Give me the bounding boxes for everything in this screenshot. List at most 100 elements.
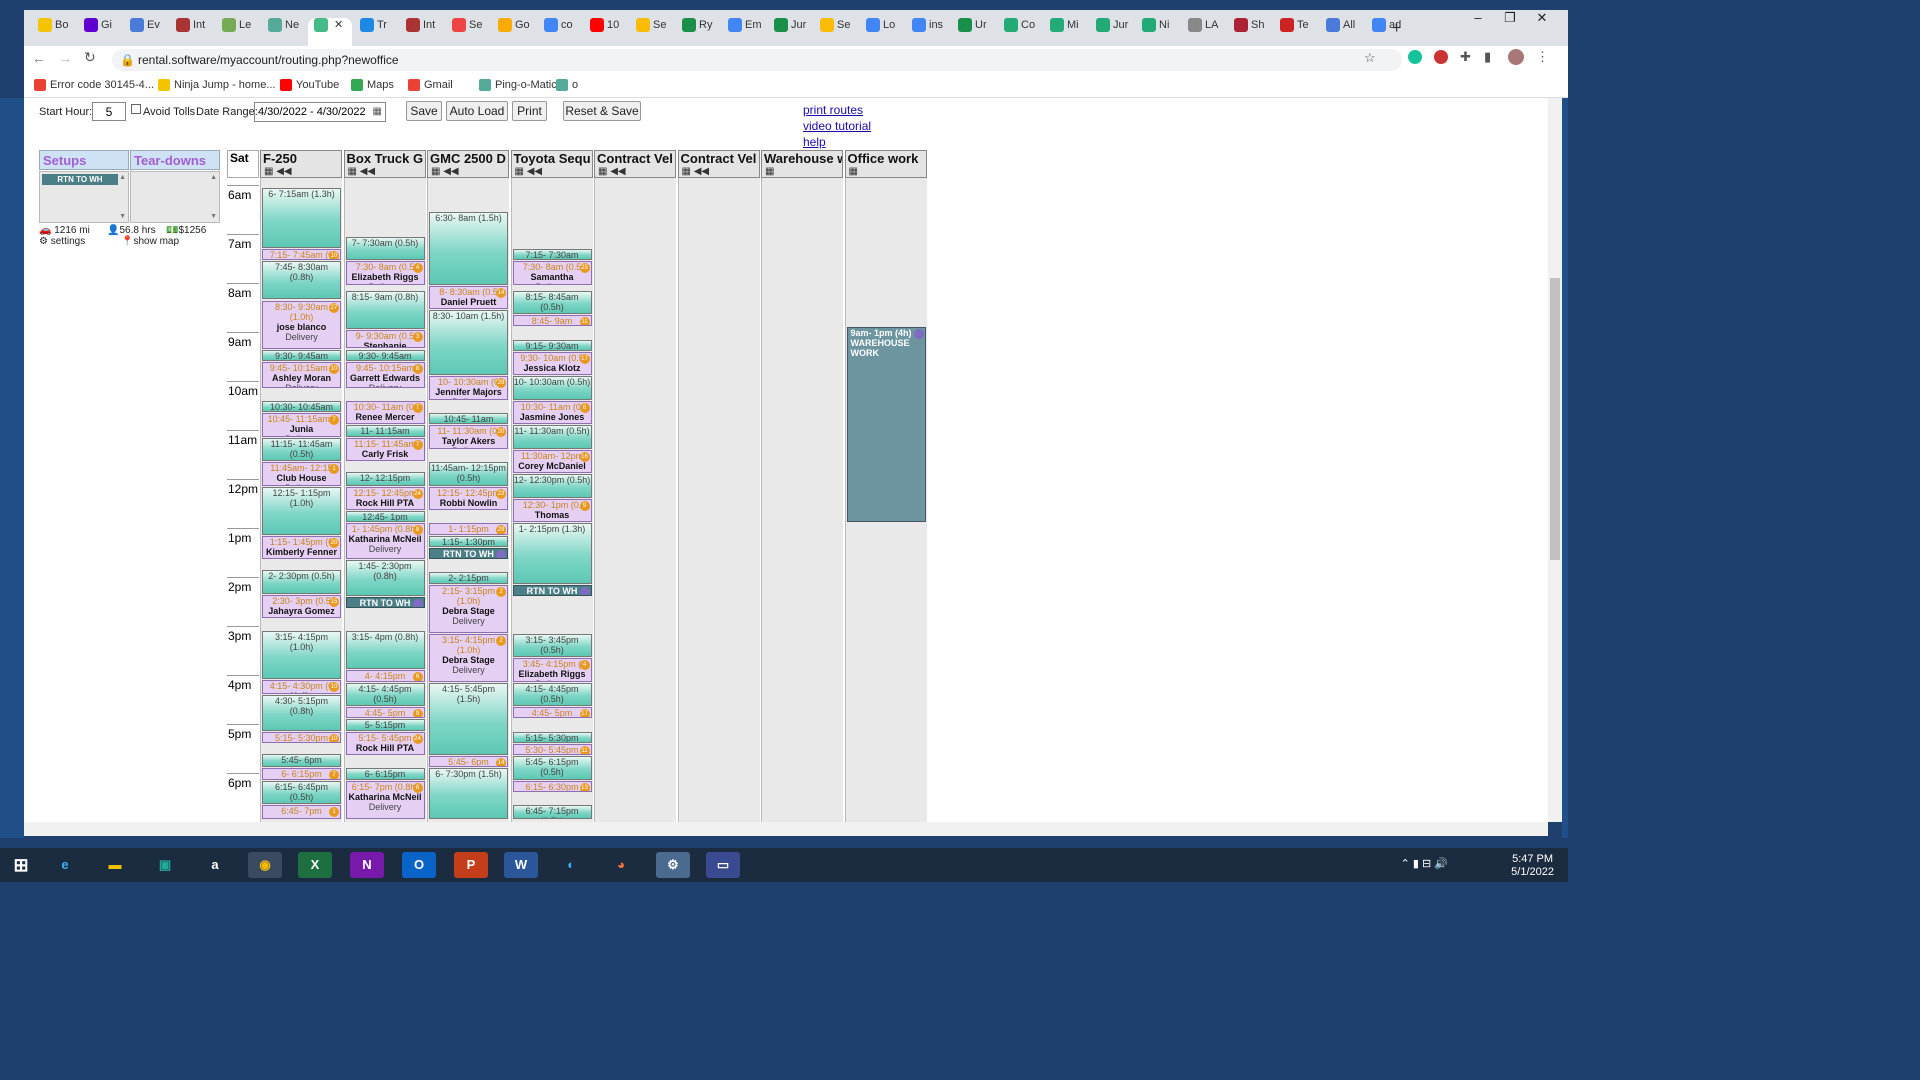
travel-block[interactable]: 5- 5:15pm bbox=[345, 719, 425, 731]
browser-tab[interactable]: Ni bbox=[1136, 18, 1178, 46]
delivery-event[interactable]: 9- 9:30am (0.5Stephanie CornishDelivery3 bbox=[345, 329, 425, 349]
firefox-icon[interactable]: ◕ bbox=[604, 852, 638, 878]
travel-block[interactable]: 6- 7:15am (1.3h) bbox=[262, 187, 341, 249]
travel-block[interactable]: 12- 12:30pm (0.5h) bbox=[512, 474, 592, 498]
delivery-event[interactable]: 11- 11:30am (0.Taylor AkersDelivery20 bbox=[429, 425, 508, 449]
reload-icon[interactable]: ↻ bbox=[84, 49, 96, 66]
powerpoint-icon[interactable]: P bbox=[454, 852, 488, 878]
sidepanel-icon[interactable]: ▮ bbox=[1484, 49, 1491, 65]
excel-icon[interactable]: X bbox=[298, 852, 332, 878]
ie-icon[interactable]: e bbox=[48, 852, 82, 878]
travel-block[interactable]: 11- 11:15am bbox=[345, 425, 425, 437]
outlook-icon[interactable]: O bbox=[402, 852, 436, 878]
return-to-warehouse-block[interactable]: RTN TO WH bbox=[512, 584, 592, 596]
delivery-event[interactable]: 12:15- 12:45pmRock Hill PTADrop-Off 24 bbox=[345, 486, 425, 511]
browser-tab[interactable]: Lo bbox=[860, 18, 902, 46]
onenote-icon[interactable]: N bbox=[350, 852, 384, 878]
travel-block[interactable]: 3:15- 4pm (0.8h) bbox=[345, 631, 425, 670]
grammarly-icon[interactable] bbox=[1408, 50, 1422, 64]
delivery-event[interactable]: 6:15- 6:30pm 13 bbox=[512, 780, 592, 792]
calendar-rewind-icon[interactable]: ▦ ◀◀ bbox=[348, 166, 376, 177]
bookmark-item[interactable]: YouTube bbox=[280, 79, 339, 92]
settings-link[interactable]: ⚙ settings bbox=[39, 236, 85, 247]
browser-tab[interactable]: LA bbox=[1182, 18, 1224, 46]
browser-tab[interactable]: Jur bbox=[1090, 18, 1132, 46]
delivery-event[interactable]: 8- 8:30am (0.5Daniel PruettDelivery14 bbox=[429, 285, 508, 310]
travel-block[interactable]: 9:30- 9:45am bbox=[262, 349, 341, 361]
delivery-event[interactable]: 4- 4:15pm 6 bbox=[345, 670, 425, 682]
date-range-input[interactable]: 4/30/2022 - 4/30/2022 ▦ bbox=[254, 102, 386, 122]
travel-block[interactable]: 10:45- 11am bbox=[429, 413, 508, 425]
help-link[interactable]: help bbox=[803, 135, 826, 149]
delivery-event[interactable]: 6:15- 7pm (0.8h) Katharina McNeil Delivery… bbox=[345, 780, 425, 819]
travel-block[interactable]: 4:15- 5:45pm (1.5h) bbox=[429, 682, 508, 756]
teardowns-list[interactable]: ▲ ▼ bbox=[130, 171, 220, 223]
browser-tab[interactable]: Em bbox=[722, 18, 764, 46]
browser-tab[interactable]: Gi bbox=[78, 18, 120, 46]
vertical-scrollbar[interactable] bbox=[1548, 98, 1562, 822]
travel-block[interactable]: 9:30- 9:45am bbox=[345, 349, 425, 361]
vehicle-column[interactable] bbox=[594, 178, 676, 822]
video-tutorial-link[interactable]: video tutorial bbox=[803, 119, 871, 133]
browser-tab[interactable]: Ne bbox=[262, 18, 304, 46]
bookmark-item[interactable]: Ninja Jump - home... bbox=[158, 79, 275, 92]
delivery-event[interactable]: 7:15- 7:45am (0Kelly MaroffDelivery10 bbox=[262, 249, 341, 261]
browser-tab[interactable]: Int bbox=[170, 18, 212, 46]
menu-icon[interactable]: ⋮ bbox=[1536, 49, 1549, 65]
travel-block[interactable]: 3:15- 3:45pm (0.5h) bbox=[512, 633, 592, 658]
calendar-rewind-icon[interactable]: ▦ ◀◀ bbox=[515, 166, 543, 177]
delivery-event[interactable]: 1- 1:15pm 29 bbox=[429, 523, 508, 535]
browser-tab[interactable]: All bbox=[1320, 18, 1362, 46]
forward-icon[interactable]: → bbox=[58, 50, 72, 66]
delivery-event[interactable]: 9:45- 10:15amGarrett EdwardsDelivery 8 bbox=[345, 361, 425, 388]
settings-app-icon[interactable]: ⚙ bbox=[656, 852, 690, 878]
delivery-event[interactable]: 7:30- 8am (0.5SamanthaDelivery 25 bbox=[512, 261, 592, 285]
vehicle-column-header[interactable]: Box Truck G ▦ ◀◀ bbox=[343, 150, 426, 178]
delivery-event[interactable]: 4:45- 5pm 9 bbox=[345, 707, 425, 719]
vehicle-column-header[interactable]: GMC 2500 D ▦ ◀◀ bbox=[427, 150, 509, 178]
travel-block[interactable]: 6:30- 8am (1.5h) bbox=[429, 212, 508, 285]
scroll-up-icon[interactable]: ▲ bbox=[210, 174, 217, 181]
travel-block[interactable]: 2- 2:15pm bbox=[429, 572, 508, 584]
bookmark-item[interactable]: Error code 30145-4... bbox=[34, 79, 154, 92]
print-routes-link[interactable]: print routes bbox=[803, 103, 863, 117]
browser-tab[interactable]: Co bbox=[998, 18, 1040, 46]
calendar-rewind-icon[interactable]: ▦ ◀◀ bbox=[682, 166, 710, 177]
calendar-rewind-icon[interactable]: ▦ ◀◀ bbox=[598, 166, 626, 177]
delivery-event[interactable]: 6:45- 7pm 1 bbox=[262, 805, 341, 819]
vehicle-column[interactable]: 6:30- 8am (1.5h) 8- 8:30am (0.5 Daniel Pru… bbox=[427, 178, 509, 822]
browser-tab[interactable]: Tr bbox=[354, 18, 396, 46]
calendar-rewind-icon[interactable]: ▦ bbox=[765, 166, 774, 177]
travel-block[interactable]: 6:15- 6:45pm (0.5h) bbox=[262, 780, 341, 805]
delivery-event[interactable]: 1:15- 1:45pm (0Kimberly FennerDelivery20 bbox=[262, 535, 341, 560]
vehicle-column[interactable] bbox=[677, 178, 760, 822]
browser-tab[interactable]: Se bbox=[446, 18, 488, 46]
start-hour-input[interactable] bbox=[92, 102, 126, 121]
vehicle-column-header[interactable]: Contract Vel ▦ ◀◀ bbox=[677, 150, 760, 178]
travel-block[interactable]: 6:45- 7:15pm (0.5h) bbox=[512, 805, 592, 819]
travel-block[interactable]: 5:45- 6:15pm (0.5h) bbox=[512, 756, 592, 780]
vehicle-column[interactable] bbox=[761, 178, 843, 822]
travel-block[interactable]: 12:45- 1pm bbox=[345, 511, 425, 523]
avoid-tolls-checkbox[interactable] bbox=[131, 104, 141, 114]
app-icon[interactable]: ▭ bbox=[706, 852, 740, 878]
delivery-event[interactable]: 9:30- 10am (0.5Jessica KlotzDelivery 17 bbox=[512, 351, 592, 376]
extension-icon[interactable] bbox=[1434, 50, 1448, 64]
vehicle-column-header[interactable]: Contract Vel ▦ ◀◀ bbox=[594, 150, 676, 178]
browser-tab[interactable]: ins bbox=[906, 18, 948, 46]
word-icon[interactable]: W bbox=[504, 852, 538, 878]
delivery-event[interactable]: 2:30- 3pm (0.5Jahayra GomezDelivery15 bbox=[262, 594, 341, 618]
chrome-icon[interactable]: ◉ bbox=[248, 852, 282, 878]
delivery-event[interactable]: 11:15- 11:45amCarly FriskDelivery 7 bbox=[345, 437, 425, 462]
browser-tab[interactable]: Int bbox=[400, 18, 442, 46]
browser-tab[interactable]: Ev bbox=[124, 18, 166, 46]
travel-block[interactable]: 8:30- 10am (1.5h) bbox=[429, 310, 508, 376]
browser-tab[interactable]: Ry bbox=[676, 18, 718, 46]
bookmark-item[interactable]: Gmail bbox=[408, 79, 453, 92]
reset-save-button[interactable]: Reset & Save bbox=[563, 101, 641, 121]
bookmark-item[interactable]: o bbox=[556, 79, 578, 92]
browser-tab[interactable]: 10 bbox=[584, 18, 626, 46]
bookmark-item[interactable]: Ping-o-Matic! bbox=[479, 79, 560, 92]
browser-tab[interactable]: Se bbox=[814, 18, 856, 46]
travel-block[interactable]: 12- 12:15pm bbox=[345, 472, 425, 486]
